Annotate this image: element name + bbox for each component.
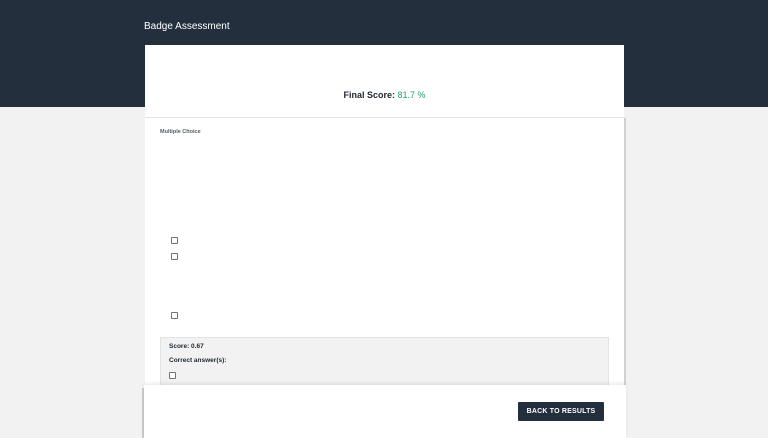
correct-answer-checkbox xyxy=(169,372,176,379)
question-score: Score: 0.67 xyxy=(169,343,204,350)
correct-answers-label: Correct answer(s): xyxy=(169,357,227,364)
answer-option-checkbox[interactable] xyxy=(171,237,178,244)
answer-option-checkbox[interactable] xyxy=(171,253,178,260)
app-title: Badge Assessment xyxy=(144,21,230,32)
section-label: Multiple Choice xyxy=(160,129,201,135)
answer-option-checkbox[interactable] xyxy=(171,312,178,319)
final-score: Final Score: 81.7 % xyxy=(145,90,624,100)
final-score-value: 81.7 % xyxy=(397,90,426,100)
question-panel: Multiple Choice Score: 0.67 Correct answ… xyxy=(145,118,626,394)
final-score-label: Final Score: xyxy=(343,90,395,100)
back-to-results-button[interactable]: BACK TO RESULTS xyxy=(518,402,604,421)
footer-bar: BACK TO RESULTS xyxy=(144,385,626,438)
final-score-card: Final Score: 81.7 % xyxy=(145,45,624,118)
